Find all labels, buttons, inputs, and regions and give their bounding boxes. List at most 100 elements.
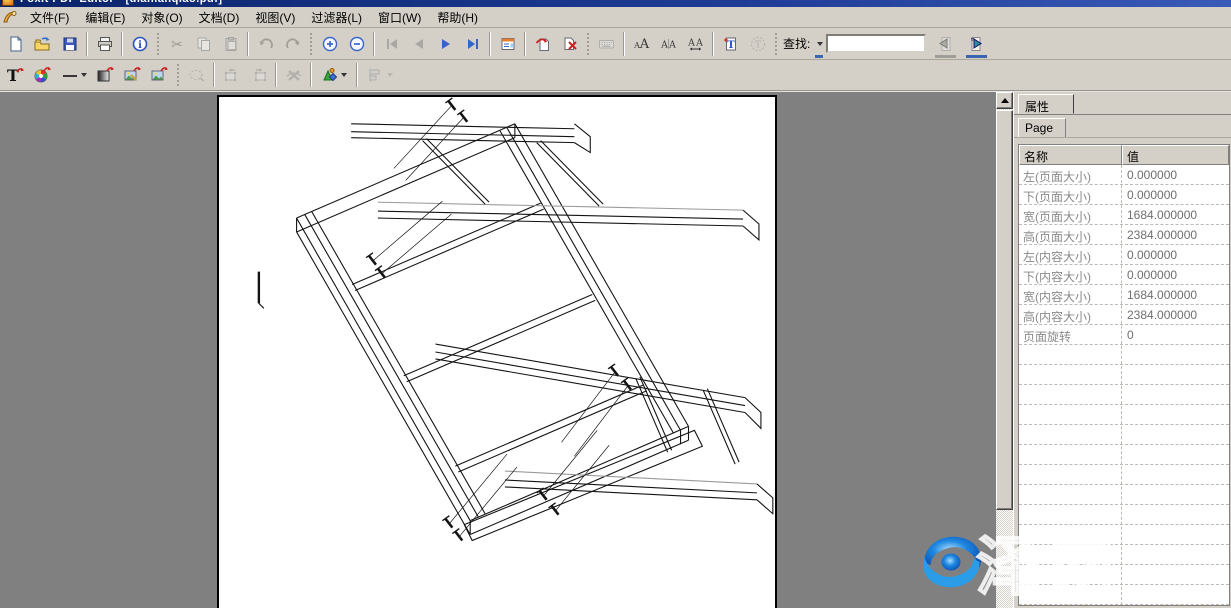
toolbar-handle[interactable] [176, 63, 180, 87]
svg-text:A: A [660, 40, 668, 50]
add-text-button[interactable]: T [717, 31, 744, 57]
table-row[interactable]: 宽(页面大小)1684.000000 [1019, 205, 1229, 225]
menu-help[interactable]: 帮助(H) [429, 7, 486, 28]
align-tool-button[interactable] [361, 62, 399, 88]
table-row-empty [1019, 365, 1229, 385]
page-layout-button[interactable] [494, 31, 521, 57]
shapes-tool-button[interactable] [315, 62, 353, 88]
table-row[interactable]: 高(内容大小)2384.000000 [1019, 305, 1229, 325]
color-tool-button[interactable] [29, 62, 56, 88]
new-button[interactable] [2, 31, 29, 57]
font-width-button[interactable]: AA [682, 31, 709, 57]
svg-text:A: A [687, 38, 695, 48]
edit-image-tool-button[interactable] [119, 62, 146, 88]
table-row-empty [1019, 345, 1229, 365]
table-row[interactable]: 下(页面大小)0.000000 [1019, 185, 1229, 205]
menu-file[interactable]: 文件(F) [22, 7, 77, 28]
table-row[interactable]: 页面旋转0 [1019, 325, 1229, 345]
menu-window[interactable]: 窗口(W) [370, 7, 429, 28]
separator [275, 63, 277, 87]
print-button[interactable] [91, 31, 118, 57]
menu-view[interactable]: 视图(V) [247, 7, 303, 28]
menu-object[interactable]: 对象(O) [133, 7, 190, 28]
edit-text-tool-button[interactable]: T [2, 62, 29, 88]
cable-tray-drawing [219, 97, 775, 606]
toolbar-handle[interactable] [156, 32, 160, 56]
menu-filter[interactable]: 过滤器(L) [303, 7, 370, 28]
svg-text:A: A [695, 38, 703, 48]
table-row-empty [1019, 585, 1229, 605]
rotate-right-button[interactable] [245, 62, 272, 88]
text-properties-button[interactable]: T [744, 31, 771, 57]
pdf-page[interactable] [217, 95, 777, 608]
table-row[interactable]: 高(页面大小)2384.000000 [1019, 225, 1229, 245]
separator [356, 63, 358, 87]
svg-text:A: A [639, 37, 650, 52]
font-size-button[interactable]: AA [628, 31, 655, 57]
table-row-empty [1019, 485, 1229, 505]
undo-button[interactable] [252, 31, 279, 57]
select-object-button[interactable] [183, 62, 210, 88]
keyboard-button[interactable] [593, 31, 620, 57]
cut-button[interactable]: ✂ [163, 31, 190, 57]
page-tab[interactable]: Page [1018, 118, 1066, 137]
copy-button[interactable] [190, 31, 217, 57]
properties-panel: 属性 Page 名称 值 左(页面大小)0.000000 下(页面大小)0.00… [1013, 92, 1231, 608]
toolbar-handle[interactable] [774, 32, 778, 56]
next-page-button[interactable] [432, 31, 459, 57]
svg-text:i: i [138, 40, 142, 51]
table-row[interactable]: 左(内容大小)0.000000 [1019, 245, 1229, 265]
scrollbar-thumb[interactable] [996, 110, 1013, 510]
toolbar-main: i ✂ AA AA AA T T 查找: [0, 28, 1231, 60]
rotate-left-button[interactable] [218, 62, 245, 88]
previous-page-button[interactable] [405, 31, 432, 57]
separator [121, 32, 123, 56]
menu-edit[interactable]: 编辑(E) [77, 7, 133, 28]
insert-page-button[interactable] [529, 31, 556, 57]
column-header-name[interactable]: 名称 [1019, 145, 1122, 165]
toolbar-handle[interactable] [309, 32, 313, 56]
properties-tab[interactable]: 属性 [1018, 94, 1074, 114]
table-row[interactable]: 下(内容大小)0.000000 [1019, 265, 1229, 285]
zoom-in-button[interactable] [316, 31, 343, 57]
scroll-up-button[interactable] [996, 92, 1013, 109]
separator [373, 32, 375, 56]
redo-button[interactable] [279, 31, 306, 57]
paste-button[interactable] [217, 31, 244, 57]
first-page-button[interactable] [378, 31, 405, 57]
open-button[interactable] [29, 31, 56, 57]
table-row-empty [1019, 505, 1229, 525]
font-kerning-button[interactable]: AA [655, 31, 682, 57]
column-divider [1121, 165, 1122, 605]
column-header-value[interactable]: 值 [1122, 145, 1229, 165]
divider [1014, 114, 1231, 115]
shading-tool-button[interactable] [92, 62, 119, 88]
line-style-button[interactable] [56, 62, 92, 88]
table-row[interactable]: 宽(内容大小)1684.000000 [1019, 285, 1229, 305]
add-image-tool-button[interactable] [146, 62, 173, 88]
find-next-button[interactable] [963, 31, 990, 57]
table-row-empty [1019, 565, 1229, 585]
table-row-empty [1019, 525, 1229, 545]
document-area: 属性 Page 名称 值 左(页面大小)0.000000 下(页面大小)0.00… [0, 92, 1231, 608]
menu-document[interactable]: 文档(D) [191, 7, 248, 28]
separator [247, 32, 249, 56]
last-page-button[interactable] [459, 31, 486, 57]
window-title: Foxit PDF Editor - [dianlanqiao.pdf] [20, 0, 223, 5]
document-info-button[interactable]: i [126, 31, 153, 57]
toolbar-handle[interactable] [586, 32, 590, 56]
delete-object-button[interactable] [280, 62, 307, 88]
separator [524, 32, 526, 56]
find-options-dropdown[interactable] [812, 31, 826, 57]
save-button[interactable] [56, 31, 83, 57]
zoom-out-button[interactable] [343, 31, 370, 57]
table-row[interactable]: 左(页面大小)0.000000 [1019, 165, 1229, 185]
table-row-empty [1019, 405, 1229, 425]
separator [310, 63, 312, 87]
vertical-scrollbar[interactable] [996, 92, 1013, 608]
separator [213, 63, 215, 87]
up-arrow-icon [1001, 98, 1009, 103]
find-previous-button[interactable] [932, 31, 959, 57]
delete-page-button[interactable] [556, 31, 583, 57]
find-input[interactable] [826, 34, 926, 53]
